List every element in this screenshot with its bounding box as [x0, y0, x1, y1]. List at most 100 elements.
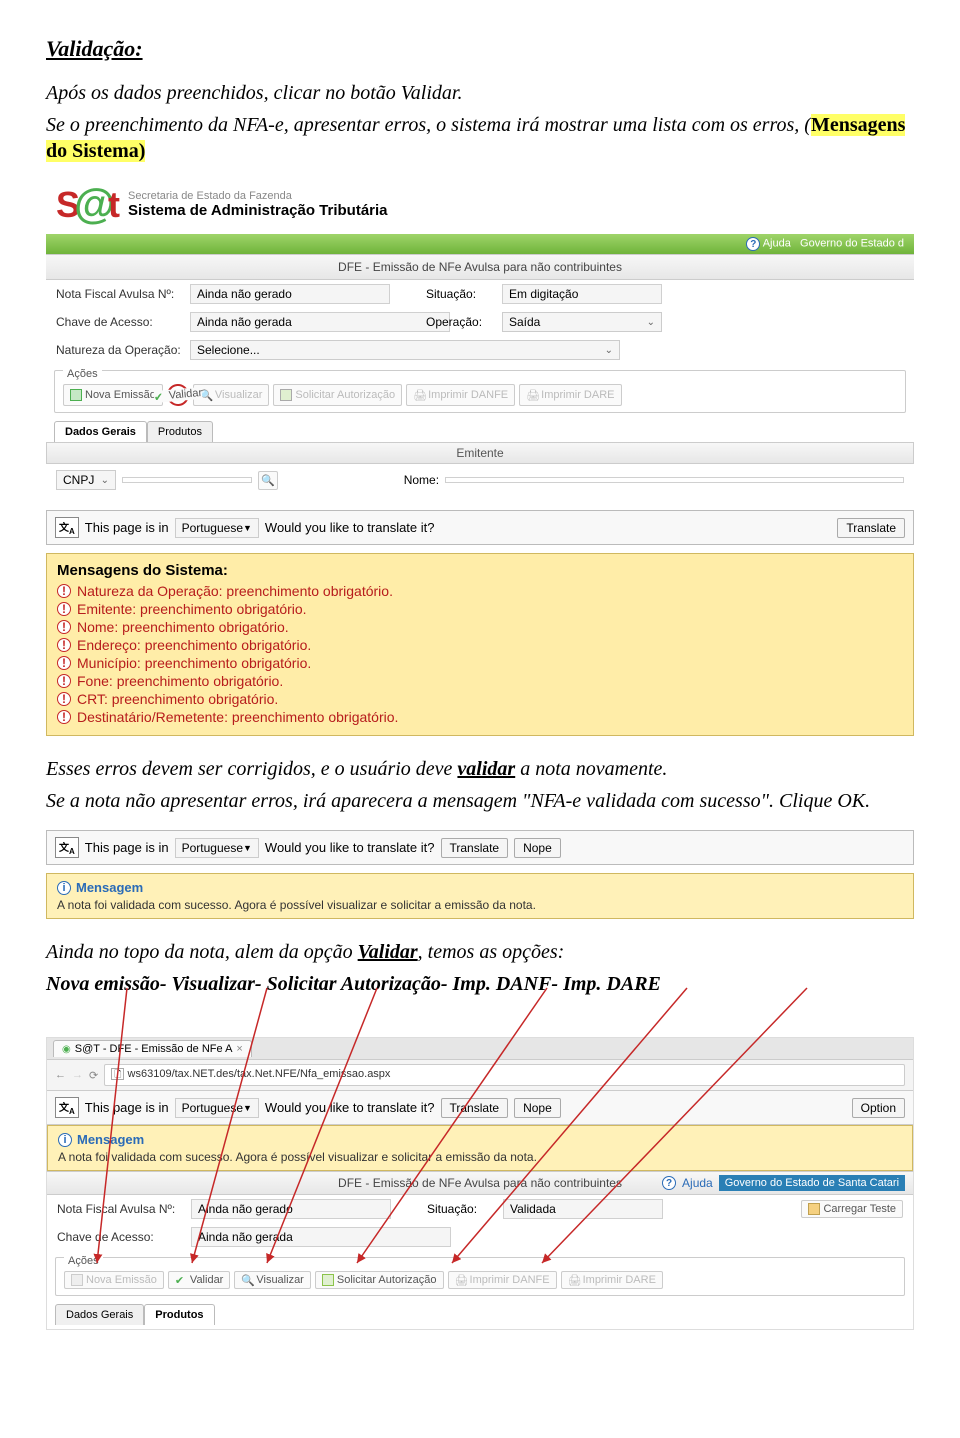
translate-button[interactable]: Translate — [441, 838, 509, 858]
translate-button[interactable]: Translate — [441, 1098, 509, 1118]
translate-icon: 文A — [55, 837, 79, 858]
actions-legend: Ações — [63, 368, 102, 380]
carregar-teste-button[interactable]: Carregar Teste — [801, 1200, 903, 1218]
natureza-select[interactable]: Selecione...⌄ — [190, 340, 620, 360]
reload-button[interactable]: ⟳ — [89, 1069, 98, 1082]
nova-emissao-button[interactable]: Nova Emissão — [63, 384, 163, 406]
form-row-chave: Chave de Acesso: Ainda não gerada Operaç… — [46, 308, 914, 336]
tab-favicon-icon: ◉ — [62, 1044, 71, 1055]
chevron-down-icon: ▼ — [243, 523, 252, 533]
error-icon: ! — [57, 710, 71, 724]
cnpj-row: CNPJ⌄ 🔍 Nome: — [46, 464, 914, 496]
translate-prefix: This page is in — [85, 1100, 169, 1115]
help-icon[interactable]: ? — [746, 237, 760, 251]
tab-produtos-2[interactable]: Produtos — [144, 1304, 214, 1325]
options-button[interactable]: Option — [852, 1098, 905, 1118]
address-bar[interactable]: 🗋 ws63109/tax.NET.des/tax.Net.NFE/Nfa_em… — [104, 1064, 905, 1086]
screenshot-browser-full: ◉ S@T - DFE - Emissão de NFe A × ← → ⟳ 🗋… — [46, 1037, 914, 1330]
page-icon: 🗋 — [111, 1068, 124, 1080]
chave-label-2: Chave de Acesso: — [57, 1230, 185, 1244]
visualizar-button-2[interactable]: 🔍Visualizar — [234, 1271, 311, 1289]
situacao-value-2: Validada — [503, 1199, 663, 1219]
translate-icon: 文A — [55, 517, 79, 538]
nfa-no-value-2: Ainda não gerado — [191, 1199, 391, 1219]
emitente-header: Emitente — [46, 442, 914, 464]
error-row: !Endereço: preenchimento obrigatório. — [57, 637, 903, 653]
cnpj-type-select[interactable]: CNPJ⌄ — [56, 470, 116, 490]
address-bar-row: ← → ⟳ 🗋 ws63109/tax.NET.des/tax.Net.NFE/… — [47, 1059, 913, 1091]
nfa-no-label: Nota Fiscal Avulsa Nº: — [56, 287, 184, 301]
error-row: !Natureza da Operação: preenchimento obr… — [57, 583, 903, 599]
operacao-select[interactable]: Saída⌄ — [502, 312, 662, 332]
situacao-label: Situação: — [426, 287, 496, 301]
help-text-2[interactable]: Ajuda — [682, 1176, 713, 1190]
tab-dados-gerais-2[interactable]: Dados Gerais — [55, 1304, 144, 1325]
nope-button[interactable]: Nope — [514, 1098, 561, 1118]
error-icon: ! — [57, 602, 71, 616]
tab-produtos[interactable]: Produtos — [147, 421, 213, 442]
form-row-nfa-2: Nota Fiscal Avulsa Nº: Ainda não gerado … — [47, 1195, 913, 1223]
translate-question: Would you like to translate it? — [265, 520, 435, 535]
success-message-panel-2: iMensagem A nota foi validada com sucess… — [47, 1125, 913, 1171]
browser-tab[interactable]: ◉ S@T - DFE - Emissão de NFe A × — [53, 1040, 252, 1057]
translate-bar-3: 文A This page is in Portuguese ▼ Would yo… — [47, 1091, 913, 1125]
validar-button-2[interactable]: ✔Validar — [168, 1271, 230, 1289]
sat-subtitle: Secretaria de Estado da Fazenda — [128, 190, 388, 202]
situacao-label-2: Situação: — [427, 1202, 497, 1216]
help-icon[interactable]: ? — [662, 1176, 676, 1190]
error-icon: ! — [57, 656, 71, 670]
clipboard-icon — [280, 389, 292, 401]
chevron-down-icon: ▼ — [243, 843, 252, 853]
nfa-no-value: Ainda não gerado — [190, 284, 390, 304]
mid-bold-validar: validar — [457, 758, 515, 780]
imprimir-danfe-button[interactable]: 🖨Imprimir DANFE — [406, 384, 515, 406]
translate-icon: 文A — [55, 1097, 79, 1118]
chave-value-2: Ainda não gerada — [191, 1227, 451, 1247]
nome-input[interactable] — [445, 477, 904, 483]
tab-dados-gerais[interactable]: Dados Gerais — [54, 421, 147, 442]
translate-lang-select[interactable]: Portuguese ▼ — [175, 1098, 259, 1118]
help-text[interactable]: Ajuda — [763, 238, 791, 250]
forward-button[interactable]: → — [72, 1069, 83, 1081]
visualizar-button[interactable]: 🔍Visualizar — [193, 384, 270, 406]
magnify-icon: 🔍 — [261, 474, 275, 487]
green-header-bar: ? Ajuda Governo do Estado d — [46, 234, 914, 254]
nope-button[interactable]: Nope — [514, 838, 561, 858]
imprimir-dare-button[interactable]: 🖨Imprimir DARE — [519, 384, 621, 406]
intro-paragraph-1: Após os dados preenchidos, clicar no bot… — [46, 80, 914, 106]
imprimir-dare-button-2[interactable]: 🖨Imprimir DARE — [561, 1271, 663, 1289]
translate-lang-select[interactable]: Portuguese ▼ — [175, 518, 259, 538]
printer-icon: 🖨 — [455, 1274, 467, 1286]
document-plus-icon — [70, 389, 82, 401]
error-row: !Fone: preenchimento obrigatório. — [57, 673, 903, 689]
translate-prefix: This page is in — [85, 520, 169, 535]
nova-emissao-button-2[interactable]: Nova Emissão — [64, 1271, 164, 1289]
error-icon: ! — [57, 638, 71, 652]
bottom-paragraph-2: Nova emissão- Visualizar- Solicitar Auto… — [46, 971, 914, 997]
error-row: !Emitente: preenchimento obrigatório. — [57, 601, 903, 617]
nfa-no-label-2: Nota Fiscal Avulsa Nº: — [57, 1202, 185, 1216]
solicitar-autorizacao-button[interactable]: Solicitar Autorização — [273, 384, 402, 406]
solicitar-autorizacao-button-2[interactable]: Solicitar Autorização — [315, 1271, 444, 1289]
page-title-bar: DFE - Emissão de NFe Avulsa para não con… — [46, 254, 914, 280]
tabs: Dados Gerais Produtos — [54, 421, 906, 442]
translate-button[interactable]: Translate — [837, 518, 905, 538]
translate-lang-select[interactable]: Portuguese ▼ — [175, 838, 259, 858]
cnpj-input[interactable] — [122, 477, 252, 483]
check-icon: ✔ — [153, 390, 166, 403]
actions-fieldset: Ações Nova Emissão ✔Validar 🔍Visualizar … — [54, 370, 906, 413]
chevron-down-icon: ▼ — [243, 1103, 252, 1113]
gov-label-2: Governo do Estado de Santa Catari — [719, 1175, 905, 1191]
error-icon: ! — [57, 692, 71, 706]
form-row-natureza: Natureza da Operação: Selecione...⌄ — [46, 336, 914, 364]
operacao-label: Operação: — [426, 315, 496, 329]
success-message-header: iMensagem — [57, 880, 903, 895]
cnpj-search-button[interactable]: 🔍 — [258, 471, 278, 490]
situacao-value: Em digitação — [502, 284, 662, 304]
imprimir-danfe-button-2[interactable]: 🖨Imprimir DANFE — [448, 1271, 557, 1289]
close-icon[interactable]: × — [236, 1043, 242, 1055]
natureza-label: Natureza da Operação: — [56, 343, 184, 357]
check-icon: ✔ — [175, 1274, 187, 1286]
nome-label: Nome: — [404, 473, 439, 487]
back-button[interactable]: ← — [55, 1069, 66, 1081]
